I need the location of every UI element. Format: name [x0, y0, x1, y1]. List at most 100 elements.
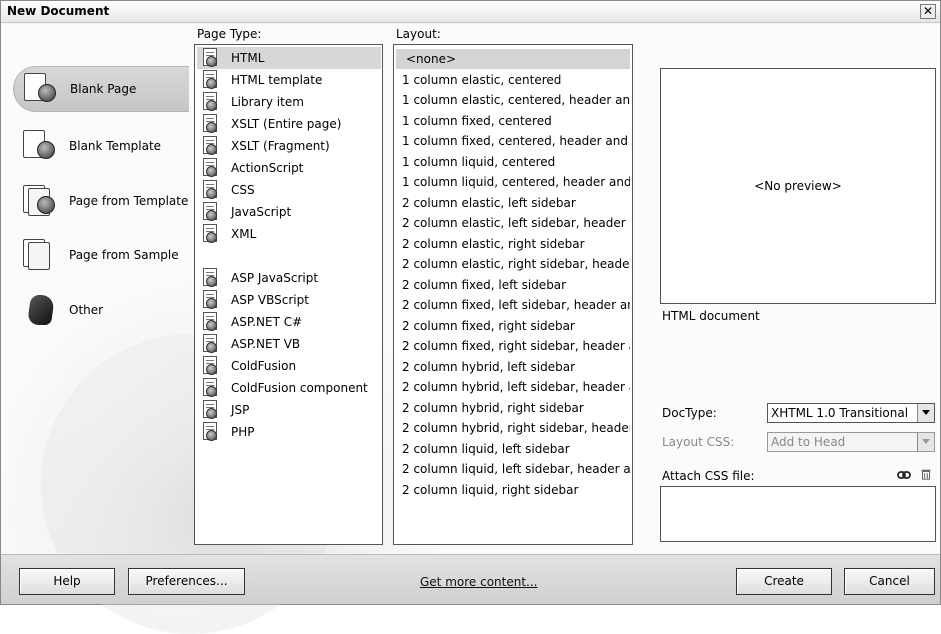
layout-item[interactable]: 2 column hybrid, left sidebar [396, 357, 630, 377]
layout-item[interactable]: 2 column fixed, right sidebar [396, 316, 630, 336]
page-from-template-icon [19, 184, 63, 218]
page-type-label: XML [231, 227, 257, 241]
page-type-item[interactable]: ASP.NET VB [197, 333, 381, 355]
page-type-item[interactable]: Library item [197, 91, 381, 113]
layout-item[interactable]: 1 column elastic, centered [396, 70, 630, 90]
page-type-item[interactable]: HTML [197, 47, 381, 69]
page-type-label: JSP [231, 403, 250, 417]
page-type-item[interactable]: PHP [197, 421, 381, 443]
layout-item[interactable]: <none> [396, 49, 630, 69]
layout-item[interactable]: 2 column elastic, left sidebar [396, 193, 630, 213]
page-type-item[interactable]: XSLT (Fragment) [197, 135, 381, 157]
page-type-item[interactable]: HTML template [197, 69, 381, 91]
layout-item[interactable]: 2 column fixed, left sidebar, header an [396, 295, 630, 315]
dialog-footer: Help Preferences... Get more content... … [1, 554, 940, 604]
asp-javascript-file-icon [201, 268, 221, 288]
layout-list[interactable]: <none> 1 column elastic, centered 1 colu… [393, 44, 633, 545]
page-type-item[interactable]: XSLT (Entire page) [197, 113, 381, 135]
layout-item[interactable]: 2 column liquid, left sidebar [396, 439, 630, 459]
coldfusion-file-icon [201, 356, 221, 376]
title-bar: New Document ✕ [1, 1, 940, 23]
other-icon [19, 293, 63, 327]
close-button[interactable]: ✕ [920, 4, 936, 19]
page-type-item[interactable]: ColdFusion [197, 355, 381, 377]
page-type-item[interactable]: ASP JavaScript [197, 267, 381, 289]
help-button-label: Help [53, 574, 81, 588]
chain-link-icon[interactable] [897, 469, 911, 481]
layout-css-select[interactable]: Add to Head [767, 432, 935, 452]
category-page-from-template[interactable]: Page from Template [13, 178, 189, 224]
aspnet-vb-file-icon [201, 334, 221, 354]
page-type-header: Page Type: [197, 27, 262, 41]
page-type-label: ActionScript [231, 161, 304, 175]
close-icon: ✕ [922, 4, 934, 18]
layout-item[interactable]: 2 column liquid, right sidebar [396, 480, 630, 500]
doctype-select[interactable]: XHTML 1.0 Transitional [767, 403, 935, 423]
doctype-value: XHTML 1.0 Transitional [771, 406, 909, 420]
chevron-down-icon[interactable] [917, 433, 934, 451]
layout-item[interactable]: 1 column liquid, centered, header and f [396, 172, 630, 192]
create-button-label: Create [764, 574, 804, 588]
cancel-button-label: Cancel [869, 574, 910, 588]
html-file-icon [201, 48, 221, 68]
page-type-item[interactable]: JavaScript [197, 201, 381, 223]
blank-page-icon [20, 72, 64, 106]
category-label: Page from Template [69, 194, 189, 208]
page-type-item[interactable]: JSP [197, 399, 381, 421]
xslt-fragment-file-icon [201, 136, 221, 156]
dialog-body: Blank Page Blank Template Page from Temp… [1, 24, 940, 634]
layout-item[interactable]: 2 column elastic, right sidebar [396, 234, 630, 254]
page-type-label: ASP JavaScript [231, 271, 319, 285]
page-from-sample-icon [19, 238, 63, 272]
layout-item[interactable]: 2 column hybrid, left sidebar, header ai [396, 377, 630, 397]
layout-item[interactable]: 2 column fixed, left sidebar [396, 275, 630, 295]
layout-item[interactable]: 2 column liquid, left sidebar, header an [396, 459, 630, 479]
layout-item[interactable]: 2 column hybrid, right sidebar [396, 398, 630, 418]
layout-item[interactable]: 2 column hybrid, right sidebar, header . [396, 418, 630, 438]
page-type-item[interactable]: XML [197, 223, 381, 245]
layout-item[interactable]: 1 column fixed, centered [396, 111, 630, 131]
page-type-label: ColdFusion component [231, 381, 368, 395]
page-type-item[interactable]: CSS [197, 179, 381, 201]
php-file-icon [201, 422, 221, 442]
category-page-from-sample[interactable]: Page from Sample [13, 232, 189, 278]
layout-item[interactable]: 2 column fixed, right sidebar, header ai [396, 336, 630, 356]
category-blank-template[interactable]: Blank Template [13, 123, 189, 169]
help-button[interactable]: Help [19, 568, 115, 595]
category-other[interactable]: Other [13, 287, 189, 333]
css-file-icon [201, 180, 221, 200]
chevron-down-icon[interactable] [917, 404, 934, 422]
category-label: Page from Sample [69, 248, 179, 262]
page-type-item[interactable]: ASP.NET C# [197, 311, 381, 333]
layout-item[interactable]: 2 column elastic, left sidebar, header a [396, 213, 630, 233]
page-type-label: ASP.NET C# [231, 315, 303, 329]
window-title: New Document [7, 4, 110, 18]
page-type-label: PHP [231, 425, 255, 439]
page-type-list[interactable]: HTML HTML template Library item XSLT (En… [194, 44, 383, 545]
xslt-file-icon [201, 114, 221, 134]
get-more-content-link[interactable]: Get more content... [420, 575, 538, 589]
blank-template-icon [19, 129, 63, 163]
cancel-button[interactable]: Cancel [844, 568, 935, 595]
layout-item[interactable]: 1 column liquid, centered [396, 152, 630, 172]
layout-css-value: Add to Head [771, 435, 846, 449]
category-blank-page[interactable]: Blank Page [13, 66, 189, 112]
layout-item[interactable]: 2 column elastic, right sidebar, header … [396, 254, 630, 274]
attach-css-label: Attach CSS file: [662, 469, 755, 483]
attached-css-list[interactable] [660, 486, 936, 542]
layout-item[interactable]: 1 column fixed, centered, header and f [396, 131, 630, 151]
trash-icon[interactable] [919, 468, 933, 480]
page-type-item[interactable]: ColdFusion component [197, 377, 381, 399]
category-label: Other [69, 303, 104, 317]
preferences-button[interactable]: Preferences... [128, 568, 245, 595]
page-type-item[interactable]: ActionScript [197, 157, 381, 179]
layout-item[interactable]: 1 column elastic, centered, header and [396, 90, 630, 110]
page-type-label: HTML template [231, 73, 323, 87]
page-type-label: Library item [231, 95, 304, 109]
page-type-item[interactable]: ASP VBScript [197, 289, 381, 311]
page-type-label: ColdFusion [231, 359, 297, 373]
page-type-label: ASP.NET VB [231, 337, 301, 351]
new-document-dialog: New Document ✕ Blank Page Blank Template… [0, 0, 941, 634]
javascript-file-icon [201, 202, 221, 222]
create-button[interactable]: Create [736, 568, 832, 595]
